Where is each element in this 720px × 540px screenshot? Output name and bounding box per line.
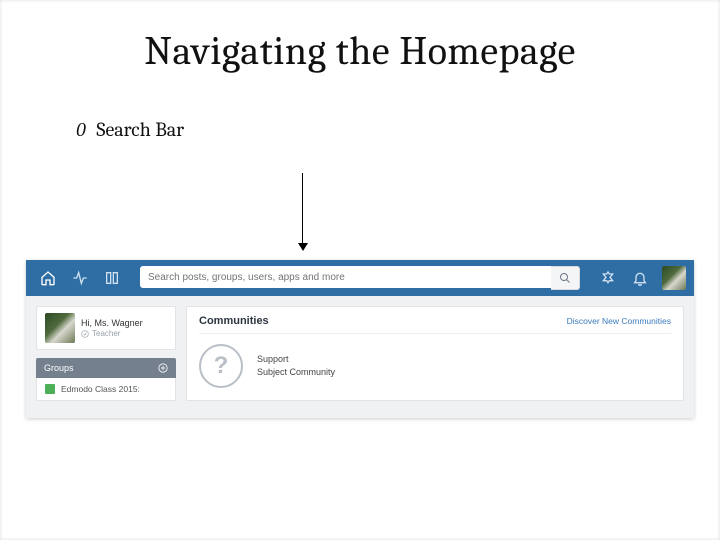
group-item[interactable]: Edmodo Class 2015: — [36, 378, 176, 401]
discover-communities-link[interactable]: Discover New Communities — [567, 316, 671, 326]
group-color-swatch-icon — [45, 384, 55, 394]
bullet-text: Search Bar — [96, 118, 184, 141]
slide-title: Navigating the Homepage — [0, 28, 720, 74]
bullet-marker: 0 — [76, 119, 86, 141]
library-icon[interactable] — [98, 264, 126, 292]
activity-icon[interactable] — [66, 264, 94, 292]
groups-header-label: Groups — [44, 363, 74, 373]
left-sidebar: Hi, Ms. Wagner Teacher Groups Ed — [36, 306, 176, 401]
groups-panel: Groups Edmodo Class 2015: — [36, 358, 176, 401]
profile-avatar-icon — [45, 313, 75, 343]
user-avatar[interactable] — [662, 266, 686, 290]
pointer-arrow-line — [302, 173, 303, 245]
bullet-row: 0 Search Bar — [76, 118, 184, 142]
community-line-1: Support — [257, 353, 335, 367]
communities-header: Communities Discover New Communities — [199, 315, 671, 334]
search-input[interactable] — [140, 266, 551, 288]
assignments-icon[interactable] — [594, 264, 622, 292]
profile-role: Teacher — [81, 329, 143, 338]
home-icon[interactable] — [34, 264, 62, 292]
add-group-icon[interactable] — [158, 363, 168, 373]
check-circle-icon — [81, 330, 89, 338]
search-bar — [140, 266, 580, 290]
question-mark-icon: ? — [199, 344, 243, 388]
top-nav-bar — [26, 260, 694, 296]
community-row: ? Support Subject Community — [199, 344, 671, 388]
communities-title: Communities — [199, 315, 269, 327]
community-text: Support Subject Community — [257, 353, 335, 380]
pointer-arrow-head-icon — [298, 243, 308, 251]
groups-header: Groups — [36, 358, 176, 378]
profile-card[interactable]: Hi, Ms. Wagner Teacher — [36, 306, 176, 350]
community-line-2: Subject Community — [257, 366, 335, 380]
slide: Navigating the Homepage 0 Search Bar — [0, 0, 720, 540]
search-button[interactable] — [551, 266, 580, 290]
notifications-icon[interactable] — [626, 264, 654, 292]
content-row: Hi, Ms. Wagner Teacher Groups Ed — [26, 296, 694, 411]
group-item-label: Edmodo Class 2015: — [61, 384, 140, 394]
profile-role-text: Teacher — [92, 329, 120, 338]
search-icon — [559, 272, 571, 284]
communities-panel: Communities Discover New Communities ? S… — [186, 306, 684, 401]
profile-greeting: Hi, Ms. Wagner — [81, 318, 143, 330]
edmodo-screenshot: Hi, Ms. Wagner Teacher Groups Ed — [26, 260, 694, 418]
